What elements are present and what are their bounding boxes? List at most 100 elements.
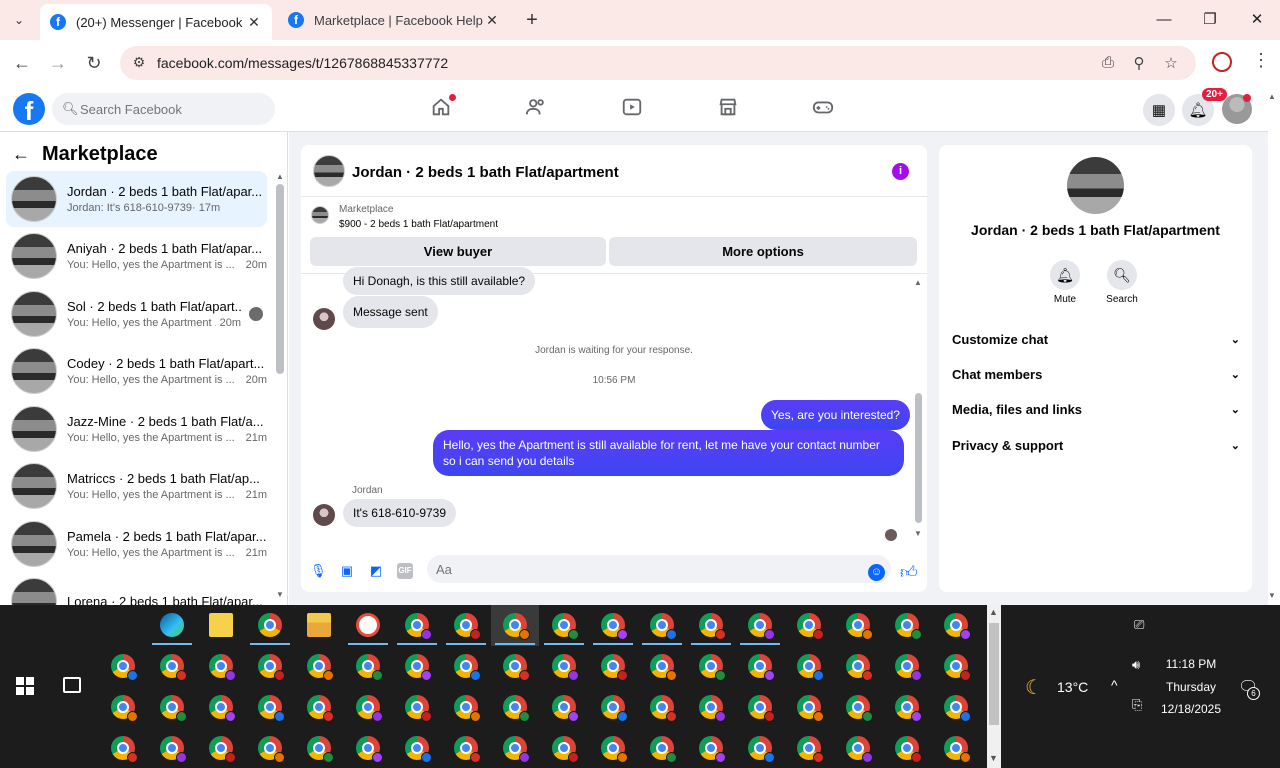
privacy-support-row[interactable]: Privacy & support ⌄: [952, 434, 1240, 456]
chrome-profile-icon[interactable]: [160, 736, 187, 763]
chrome-profile-icon[interactable]: [209, 695, 236, 722]
sticker-icon[interactable]: ◩: [368, 563, 384, 579]
chrome-profile-icon[interactable]: [356, 654, 383, 681]
chrome-profile-icon[interactable]: [552, 613, 579, 640]
emoji-icon[interactable]: ☺: [868, 564, 885, 581]
home-icon[interactable]: [430, 94, 456, 122]
scrollbar-thumb[interactable]: [989, 623, 999, 725]
conversation-item[interactable]: Lorena · 2 beds 1 bath Flat/apar...: [6, 573, 267, 605]
chrome-profile-icon[interactable]: [405, 736, 432, 763]
chrome-profile-icon[interactable]: [405, 654, 432, 681]
thumbs-up-icon[interactable]: 👍︎: [900, 562, 918, 583]
menu-icon[interactable]: ⋮: [1252, 50, 1270, 71]
clock-date[interactable]: 12/18/2025: [1151, 702, 1231, 716]
chrome-profile-icon[interactable]: [552, 654, 579, 681]
friends-icon[interactable]: [525, 96, 551, 122]
chrome-profile-icon[interactable]: [797, 613, 824, 640]
back-arrow-icon[interactable]: ←: [12, 144, 30, 165]
chrome-profile-icon[interactable]: [650, 654, 677, 681]
chrome-profile-icon[interactable]: [748, 736, 775, 763]
install-icon[interactable]: ⎙: [1098, 54, 1118, 74]
scroll-down-arrow-icon[interactable]: ▼: [989, 753, 998, 763]
chrome-profile-icon[interactable]: [699, 654, 726, 681]
chrome-profile-icon[interactable]: [209, 654, 236, 681]
profile-icon[interactable]: [1212, 52, 1232, 72]
chrome-profile-icon[interactable]: [258, 613, 282, 637]
chrome-profile-icon[interactable]: [748, 654, 775, 681]
clock-time[interactable]: 11:18 PM: [1151, 657, 1231, 671]
chrome-profile-icon[interactable]: [895, 736, 922, 763]
chrome-profile-icon[interactable]: [699, 695, 726, 722]
scroll-up-arrow-icon[interactable]: ▲: [989, 607, 998, 617]
chrome-profile-icon[interactable]: [601, 736, 628, 763]
scroll-down-arrow-icon[interactable]: ▼: [276, 590, 284, 599]
chrome-profile-icon[interactable]: [454, 654, 481, 681]
omnibox[interactable]: ⚙ facebook.com/messages/t/12678688453377…: [120, 46, 1196, 80]
chrome-profile-icon[interactable]: [356, 736, 383, 763]
conversation-item[interactable]: Jordan · 2 beds 1 bath Flat/apar... Jord…: [6, 171, 267, 227]
chrome-profile-icon[interactable]: [846, 654, 873, 681]
page-scroll-down-icon[interactable]: ▼: [1268, 591, 1276, 600]
chrome-profile-icon[interactable]: [356, 695, 383, 722]
back-icon[interactable]: ←: [10, 51, 34, 75]
chrome-profile-icon[interactable]: [160, 695, 187, 722]
close-tab-icon[interactable]: ✕: [246, 14, 262, 31]
site-info-icon[interactable]: ⚙: [130, 54, 148, 72]
reload-icon[interactable]: ↻: [82, 51, 106, 75]
chrome-profile-icon[interactable]: [160, 654, 187, 681]
chrome-profile-icon[interactable]: [601, 613, 628, 640]
forward-icon[interactable]: →: [46, 51, 70, 75]
volume-icon[interactable]: 🔊︎: [1132, 657, 1140, 673]
chat-scrollbar[interactable]: [915, 393, 922, 523]
chrome-profile-icon[interactable]: [307, 736, 334, 763]
close-window-button[interactable]: ✕: [1234, 6, 1280, 34]
chrome-profile-icon[interactable]: [797, 736, 824, 763]
conversation-item[interactable]: Matriccs · 2 beds 1 bath Flat/ap... You:…: [6, 458, 267, 514]
chrome-profile-icon[interactable]: [944, 736, 971, 763]
listing-thumbnail[interactable]: [313, 155, 345, 187]
chrome-profile-icon[interactable]: [503, 654, 530, 681]
chrome-profile-icon[interactable]: [895, 695, 922, 722]
new-tab-button[interactable]: +: [520, 8, 544, 32]
conversation-item[interactable]: Pamela · 2 beds 1 bath Flat/apar... You:…: [6, 516, 267, 572]
chrome-profile-icon[interactable]: [895, 613, 922, 640]
chrome-profile-icon[interactable]: [552, 695, 579, 722]
conversation-list-scrollbar[interactable]: [276, 184, 284, 374]
chrome-profile-icon[interactable]: [699, 613, 726, 640]
info-icon[interactable]: i: [892, 163, 909, 180]
tab-search-dropdown-icon[interactable]: ⌄: [6, 8, 32, 32]
chrome-profile-icon[interactable]: [552, 736, 579, 763]
search-button[interactable]: 🔍︎ Search: [1092, 260, 1152, 305]
conversation-item[interactable]: Aniyah · 2 beds 1 bath Flat/apar... You:…: [6, 228, 267, 284]
chrome-profile-icon[interactable]: [601, 695, 628, 722]
chrome-profile-icon[interactable]: [846, 695, 873, 722]
chrome-profile-icon[interactable]: [307, 695, 334, 722]
chrome-profile-icon[interactable]: [895, 654, 922, 681]
chrome-profile-icon[interactable]: [209, 736, 236, 763]
conversation-item[interactable]: Jazz-Mine · 2 beds 1 bath Flat/a... You:…: [6, 401, 267, 457]
bookmark-star-icon[interactable]: ☆: [1161, 54, 1181, 74]
snipping-tool-icon[interactable]: [356, 613, 380, 637]
chrome-profile-icon[interactable]: [258, 695, 285, 722]
chrome-profile-icon[interactable]: [258, 736, 285, 763]
taskbar-scrollbar[interactable]: ▲ ▼: [987, 605, 1001, 768]
menu-grid-icon[interactable]: ▦: [1143, 94, 1175, 126]
chat-title[interactable]: Jordan · 2 beds 1 bath Flat/apartment: [352, 164, 619, 181]
zoom-icon[interactable]: ⚲: [1129, 54, 1149, 74]
marketplace-icon[interactable]: [717, 96, 743, 122]
minimize-button[interactable]: —: [1141, 6, 1187, 34]
facebook-logo-icon[interactable]: f: [13, 93, 45, 125]
video-icon[interactable]: [621, 96, 647, 122]
url-text[interactable]: facebook.com/messages/t/1267868845337772: [157, 55, 448, 71]
chrome-profile-icon[interactable]: [699, 736, 726, 763]
file-explorer-icon[interactable]: [307, 613, 331, 637]
chrome-profile-icon[interactable]: [650, 695, 677, 722]
chrome-profile-icon[interactable]: [503, 613, 530, 640]
chrome-profile-icon[interactable]: [307, 654, 334, 681]
chrome-profile-icon[interactable]: [797, 654, 824, 681]
edge-icon[interactable]: [160, 613, 184, 637]
chrome-profile-icon[interactable]: [748, 695, 775, 722]
moon-weather-icon[interactable]: ☾: [1025, 675, 1043, 700]
media-files-links-row[interactable]: Media, files and links ⌄: [952, 398, 1240, 420]
listing-price-title[interactable]: $900 - 2 beds 1 bath Flat/apartment: [339, 219, 498, 230]
